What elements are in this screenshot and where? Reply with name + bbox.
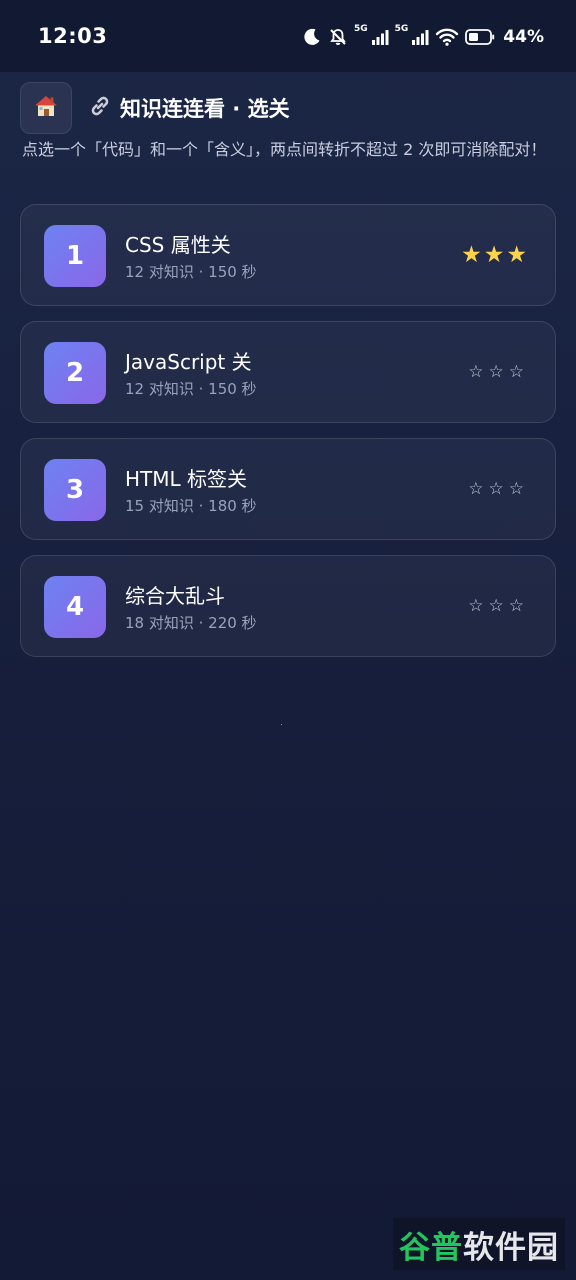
level-star-rating: ☆☆☆: [468, 322, 529, 422]
wifi-icon: [435, 27, 459, 47]
watermark-text-a: 谷普: [399, 1229, 463, 1266]
level-name: 综合大乱斗: [125, 584, 225, 608]
house-icon: [32, 92, 60, 124]
level-number-badge: 2: [44, 342, 106, 404]
signal-icon-2: [411, 28, 429, 46]
level-card-4[interactable]: 4 综合大乱斗 18 对知识 · 220 秒 ☆☆☆: [20, 555, 556, 657]
home-button[interactable]: [20, 82, 72, 134]
signal-icon: [371, 28, 389, 46]
network-label-2: 5G: [394, 24, 409, 34]
level-card-2[interactable]: 2 JavaScript 关 12 对知识 · 150 秒 ☆☆☆: [20, 321, 556, 423]
level-list: 1 CSS 属性关 12 对知识 · 150 秒 ★★★ 2 JavaScrip…: [20, 204, 556, 672]
level-star-rating: ★★★: [461, 205, 529, 305]
level-name: CSS 属性关: [125, 233, 231, 257]
status-icons: 5G 5G 44%: [302, 24, 544, 50]
link-icon: [88, 94, 112, 123]
network-label-1: 5G: [353, 24, 368, 34]
level-meta: 15 对知识 · 180 秒: [125, 497, 257, 515]
level-meta: 12 对知识 · 150 秒: [125, 263, 257, 281]
level-name: HTML 标签关: [125, 467, 248, 491]
stars-empty: ☆☆☆: [468, 596, 529, 616]
page-title: 知识连连看 · 选关: [88, 93, 290, 123]
watermark-text-b: 软件园: [463, 1229, 559, 1266]
stars-empty: ☆☆☆: [468, 362, 529, 382]
battery-icon: [465, 28, 495, 46]
status-bar: 12:03 5G 5G 44%: [0, 0, 576, 72]
level-meta: 12 对知识 · 150 秒: [125, 380, 257, 398]
battery-percent: 44%: [503, 27, 544, 47]
status-time: 12:03: [38, 24, 108, 48]
level-number-badge: 4: [44, 576, 106, 638]
level-star-rating: ☆☆☆: [468, 556, 529, 656]
watermark-logo: 谷普 软件园: [393, 1218, 565, 1270]
level-name: JavaScript 关: [125, 350, 252, 374]
page-subtitle: 点选一个「代码」和一个「含义」，两点间转折不超过 2 次即可消除配对！: [22, 140, 547, 159]
level-number-badge: 3: [44, 459, 106, 521]
level-star-rating: ☆☆☆: [468, 439, 529, 539]
page-title-text: 知识连连看 · 选关: [120, 97, 290, 121]
moon-icon: [302, 27, 322, 47]
level-card-1[interactable]: 1 CSS 属性关 12 对知识 · 150 秒 ★★★: [20, 204, 556, 306]
decorative-dot: [281, 724, 282, 725]
bell-muted-icon: [328, 27, 348, 47]
stars-earned: ★★★: [461, 242, 529, 268]
stars-empty: ☆☆☆: [468, 479, 529, 499]
level-number-badge: 1: [44, 225, 106, 287]
level-meta: 18 对知识 · 220 秒: [125, 614, 257, 632]
level-card-3[interactable]: 3 HTML 标签关 15 对知识 · 180 秒 ☆☆☆: [20, 438, 556, 540]
